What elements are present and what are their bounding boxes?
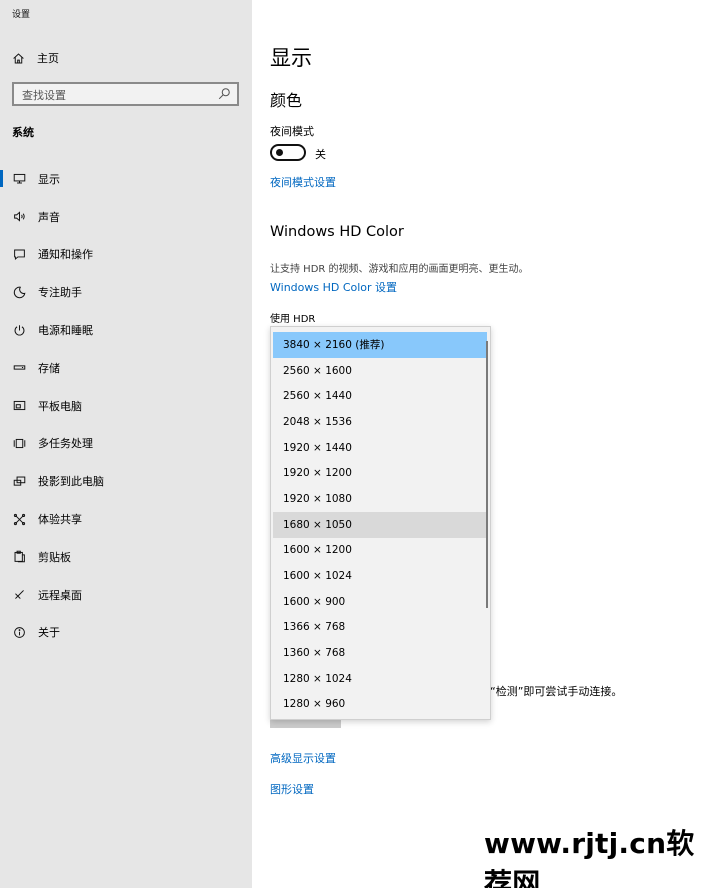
night-light-toggle[interactable]: [270, 144, 306, 161]
search-box[interactable]: [12, 82, 239, 106]
power-icon: [12, 323, 26, 337]
sidebar-item-label: 显示: [38, 172, 60, 186]
hd-color-description: 让支持 HDR 的视频、游戏和应用的画面更明亮、更生动。: [270, 264, 529, 275]
resolution-option[interactable]: 1280 × 960: [273, 692, 487, 718]
sidebar-item-label: 体验共享: [38, 513, 82, 527]
monitor-icon: [12, 172, 26, 186]
sidebar-item-label: 关于: [38, 626, 60, 640]
sidebar-item-multitasking[interactable]: 多任务处理: [0, 425, 252, 463]
resolution-option[interactable]: 1920 × 1440: [273, 435, 487, 461]
sidebar-item-about[interactable]: 关于: [0, 614, 252, 652]
resolution-option[interactable]: 1600 × 900: [273, 589, 487, 615]
sidebar-item-label: 投影到此电脑: [38, 475, 104, 489]
storage-icon: [12, 361, 26, 375]
toggle-knob: [276, 149, 283, 156]
sidebar-item-label: 电源和睡眠: [38, 324, 93, 338]
info-icon: [12, 625, 26, 639]
detect-hint-text: “检测”即可尝试手动连接。: [490, 685, 623, 698]
section-label: 系统: [12, 126, 34, 139]
resolution-option[interactable]: 2560 × 1600: [273, 358, 487, 384]
sidebar-item-focus-assist[interactable]: 专注助手: [0, 273, 252, 311]
resolution-option[interactable]: 2560 × 1440: [273, 383, 487, 409]
sidebar-item-power[interactable]: 电源和睡眠: [0, 311, 252, 349]
graphics-settings-link[interactable]: 图形设置: [270, 781, 314, 797]
page-title: 显示: [270, 46, 312, 70]
sidebar-item-label: 声音: [38, 210, 60, 224]
sidebar-item-label: 存储: [38, 361, 60, 375]
project-icon: [12, 474, 26, 488]
sidebar-item-label: 专注助手: [38, 286, 82, 300]
resolution-option[interactable]: 1360 × 768: [273, 640, 487, 666]
home-icon: [13, 52, 24, 63]
sidebar-item-tablet[interactable]: 平板电脑: [0, 387, 252, 425]
sidebar-item-notifications[interactable]: 通知和操作: [0, 236, 252, 274]
color-heading: 颜色: [270, 91, 303, 110]
sidebar-item-shared-experiences[interactable]: 体验共享: [0, 500, 252, 538]
clipboard-icon: [12, 550, 26, 564]
moon-icon: [12, 285, 26, 299]
tablet-icon: [12, 399, 26, 413]
multitask-icon: [12, 436, 26, 450]
use-hdr-label: 使用 HDR: [270, 314, 316, 325]
resolution-option[interactable]: 1920 × 1200: [273, 460, 487, 486]
sidebar-item-clipboard[interactable]: 剪贴板: [0, 538, 252, 576]
night-light-state: 关: [315, 148, 326, 161]
resolution-option[interactable]: 2048 × 1536: [273, 409, 487, 435]
sidebar-item-display[interactable]: 显示: [0, 160, 252, 198]
resolution-dropdown[interactable]: 3840 × 2160 (推荐) 2560 × 1600 2560 × 1440…: [270, 326, 491, 720]
sidebar-nav: 显示 声音 通知和操作 专注助手 电源和睡眠 存储 平板电脑 多任务处理 投影到…: [0, 160, 252, 651]
speaker-icon: [12, 210, 26, 224]
dropdown-scrollbar[interactable]: [486, 341, 488, 608]
app-title: 设置: [12, 10, 31, 20]
watermark: www.rjtj.cn软荐网: [484, 827, 695, 888]
sidebar-item-label: 通知和操作: [38, 248, 93, 262]
sidebar-item-remote-desktop[interactable]: 远程桌面: [0, 576, 252, 614]
sidebar-item-label: 多任务处理: [38, 437, 93, 451]
hd-color-heading: Windows HD Color: [270, 224, 404, 240]
home-link[interactable]: 主页: [12, 48, 59, 68]
night-light-label: 夜间模式: [270, 125, 314, 138]
sidebar-item-label: 平板电脑: [38, 399, 82, 413]
sidebar-item-label: 远程桌面: [38, 588, 82, 602]
search-input[interactable]: [14, 85, 214, 106]
resolution-option[interactable]: 1600 × 1200: [273, 538, 487, 564]
sidebar-item-project[interactable]: 投影到此电脑: [0, 462, 252, 500]
sidebar-item-sound[interactable]: 声音: [0, 198, 252, 236]
resolution-option[interactable]: 1680 × 1050: [273, 511, 487, 538]
hd-color-settings-link[interactable]: Windows HD Color 设置: [270, 279, 397, 295]
sidebar: 设置 主页 系统 显示 声音 通知和操作 专注助手: [0, 0, 252, 888]
sidebar-item-storage[interactable]: 存储: [0, 349, 252, 387]
remote-icon: [12, 588, 26, 602]
home-label: 主页: [37, 52, 59, 65]
resolution-option[interactable]: 1280 × 1024: [273, 666, 487, 692]
resolution-option[interactable]: 1600 × 1024: [273, 563, 487, 589]
sidebar-item-label: 剪贴板: [38, 550, 71, 564]
resolution-option[interactable]: 1366 × 768: [273, 615, 487, 641]
resolution-option[interactable]: 3840 × 2160 (推荐): [273, 332, 487, 358]
resolution-option[interactable]: 1920 × 1080: [273, 486, 487, 512]
notification-icon: [12, 247, 26, 261]
share-icon: [12, 512, 26, 526]
night-light-settings-link[interactable]: 夜间模式设置: [270, 174, 336, 190]
main-content: 显示 颜色 夜间模式 关 夜间模式设置 Windows HD Color 让支持…: [252, 0, 720, 888]
advanced-display-settings-link[interactable]: 高级显示设置: [270, 750, 336, 766]
search-icon[interactable]: [217, 87, 231, 101]
